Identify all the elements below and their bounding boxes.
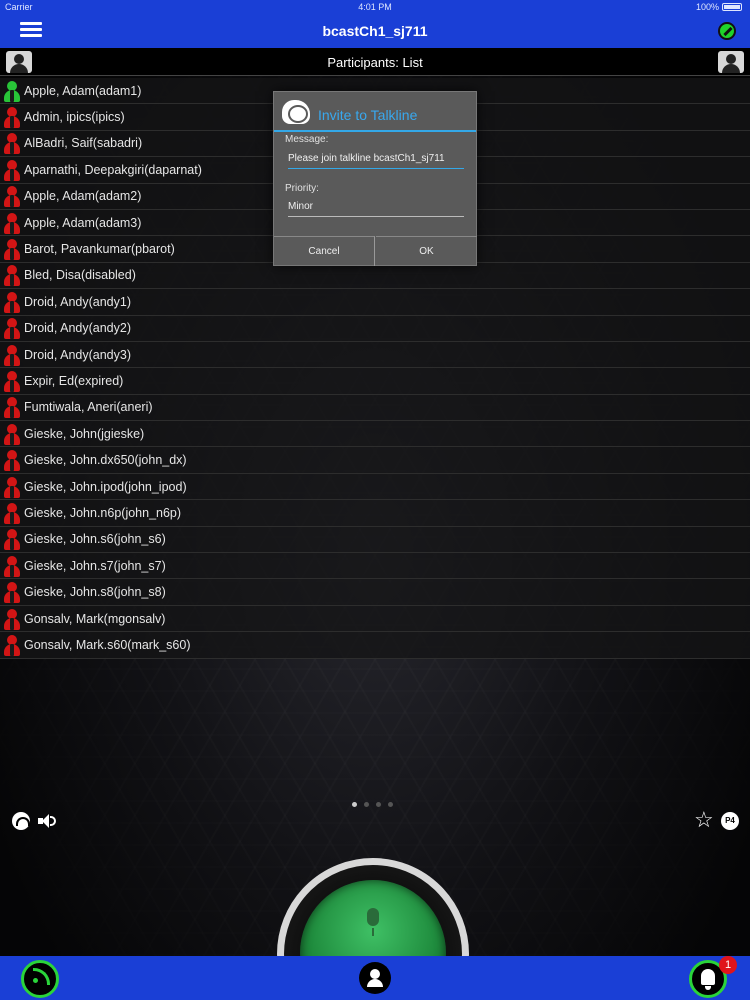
participant-row[interactable]: Gonsalv, Mark(mgonsalv) [0, 605, 750, 633]
participant-name: Gieske, John(jgieske) [24, 426, 145, 441]
participant-status-icon [2, 185, 22, 208]
participant-status-icon [2, 581, 22, 604]
participant-name: Fumtiwala, Aneri(aneri) [24, 400, 153, 415]
participant-status-icon [2, 264, 22, 287]
participant-row[interactable]: Droid, Andy(andy3) [0, 341, 750, 369]
participant-status-icon [2, 634, 22, 656]
participant-status-icon [2, 106, 22, 129]
participant-name: Gieske, John.n6p(john_n6p) [24, 505, 182, 520]
participant-row[interactable]: Expir, Ed(expired) [0, 368, 750, 395]
participant-name: Barot, Pavankumar(pbarot) [24, 242, 175, 257]
participant-status-icon [2, 370, 22, 392]
page-dot[interactable] [364, 802, 369, 807]
message-label: Message: [285, 134, 329, 145]
battery-icon [722, 3, 742, 11]
participant-name: Expir, Ed(expired) [24, 373, 124, 388]
app-header: bcastCh1_sj711 [0, 14, 750, 48]
participant-row[interactable]: Gieske, John.s8(john_s8) [0, 579, 750, 606]
dialog-title: Invite to Talkline [318, 107, 418, 123]
participant-row[interactable]: Gieske, John.s6(john_s6) [0, 526, 750, 554]
participant-name: Admin, ipics(ipics) [24, 110, 125, 125]
talkline-cloud-icon [282, 100, 310, 124]
participant-name: Apple, Adam(adam3) [24, 215, 142, 230]
participant-name: Gieske, John.ipod(john_ipod) [24, 479, 187, 494]
participant-row[interactable]: Gieske, John(jgieske) [0, 421, 750, 448]
participant-status-icon [2, 132, 22, 155]
participant-status-icon [2, 449, 22, 472]
participant-row[interactable]: Gieske, John.n6p(john_n6p) [0, 500, 750, 527]
dialog-title-bar: Invite to Talkline [274, 92, 476, 132]
page-indicator[interactable] [352, 802, 393, 807]
participant-status-icon [2, 608, 22, 630]
participant-name: Apple, Adam(adam2) [24, 189, 142, 204]
participant-status-icon [2, 80, 22, 102]
page-dot[interactable] [388, 802, 393, 807]
participant-row[interactable]: Droid, Andy(andy2) [0, 315, 750, 342]
priority-badge[interactable]: P4 [721, 812, 739, 830]
battery-percent: 100% [695, 2, 719, 12]
participant-name: AlBadri, Saif(sabadri) [24, 136, 143, 151]
participant-status-icon [2, 159, 22, 181]
participant-name: Gieske, John.dx650(john_dx) [24, 453, 187, 468]
speaker-icon[interactable] [38, 813, 58, 829]
notification-badge: 1 [719, 956, 737, 974]
priority-label: Priority: [285, 183, 319, 194]
ptt-status-icon[interactable] [718, 22, 736, 40]
participant-status-icon [2, 317, 22, 340]
participant-row[interactable]: Fumtiwala, Aneri(aneri) [0, 394, 750, 422]
participant-status-icon [2, 396, 22, 419]
ok-button[interactable]: OK [376, 236, 477, 266]
participant-status-icon [2, 238, 22, 261]
microphone-icon [366, 908, 380, 936]
page-dot[interactable] [376, 802, 381, 807]
participant-name: Aparnathi, Deepakgiri(daparnat) [24, 162, 202, 177]
participant-name: Gieske, John.s8(john_s8) [24, 585, 166, 600]
participant-name: Gonsalv, Mark.s60(mark_s60) [24, 637, 191, 652]
wifi-icon[interactable] [12, 812, 30, 830]
page-dot[interactable] [352, 802, 357, 807]
participant-row[interactable]: Droid, Andy(andy1) [0, 289, 750, 316]
participant-name: Apple, Adam(adam1) [24, 83, 142, 98]
participant-status-icon [2, 212, 22, 234]
participant-status-icon [2, 502, 22, 524]
participant-status-icon [2, 555, 22, 577]
priority-select[interactable]: Minor [288, 201, 464, 217]
participant-status-icon [2, 291, 22, 313]
clock: 4:01 PM [358, 2, 392, 12]
participant-name: Gonsalv, Mark(mgonsalv) [24, 611, 166, 626]
participant-row[interactable]: Gieske, John.dx650(john_dx) [0, 447, 750, 474]
participant-name: Bled, Disa(disabled) [24, 268, 136, 283]
invite-dialog: Invite to Talkline Message: Please join … [273, 91, 477, 266]
participant-name: Droid, Andy(andy3) [24, 347, 132, 362]
participant-row[interactable]: Gonsalv, Mark.s60(mark_s60) [0, 632, 750, 659]
participant-status-icon [2, 476, 22, 498]
participant-status-icon [2, 423, 22, 445]
participant-name: Droid, Andy(andy1) [24, 294, 132, 309]
rss-icon[interactable] [21, 960, 59, 998]
battery-indicator: 100% [696, 2, 742, 12]
participants-title: Participants: List [327, 55, 423, 70]
talkline-logo-icon[interactable] [718, 51, 744, 73]
participant-name: Droid, Andy(andy2) [24, 321, 132, 336]
status-bar: Carrier 4:01 PM 100% [0, 0, 750, 14]
participant-status-icon [2, 528, 22, 551]
user-icon[interactable] [359, 962, 391, 994]
participant-name: Gieske, John.s6(john_s6) [24, 532, 166, 547]
participant-name: Gieske, John.s7(john_s7) [24, 558, 166, 573]
cancel-button[interactable]: Cancel [274, 236, 375, 266]
participant-row[interactable]: Gieske, John.s7(john_s7) [0, 553, 750, 580]
participant-status-icon [2, 344, 22, 366]
participant-row[interactable]: Bled, Disa(disabled) [0, 262, 750, 290]
star-icon[interactable]: ☆ [694, 809, 714, 831]
message-field[interactable]: Please join talkline bcastCh1_sj711 [288, 153, 464, 169]
channel-title: bcastCh1_sj711 [322, 23, 428, 39]
participants-header: Participants: List [0, 48, 750, 76]
participant-row[interactable]: Gieske, John.ipod(john_ipod) [0, 473, 750, 501]
